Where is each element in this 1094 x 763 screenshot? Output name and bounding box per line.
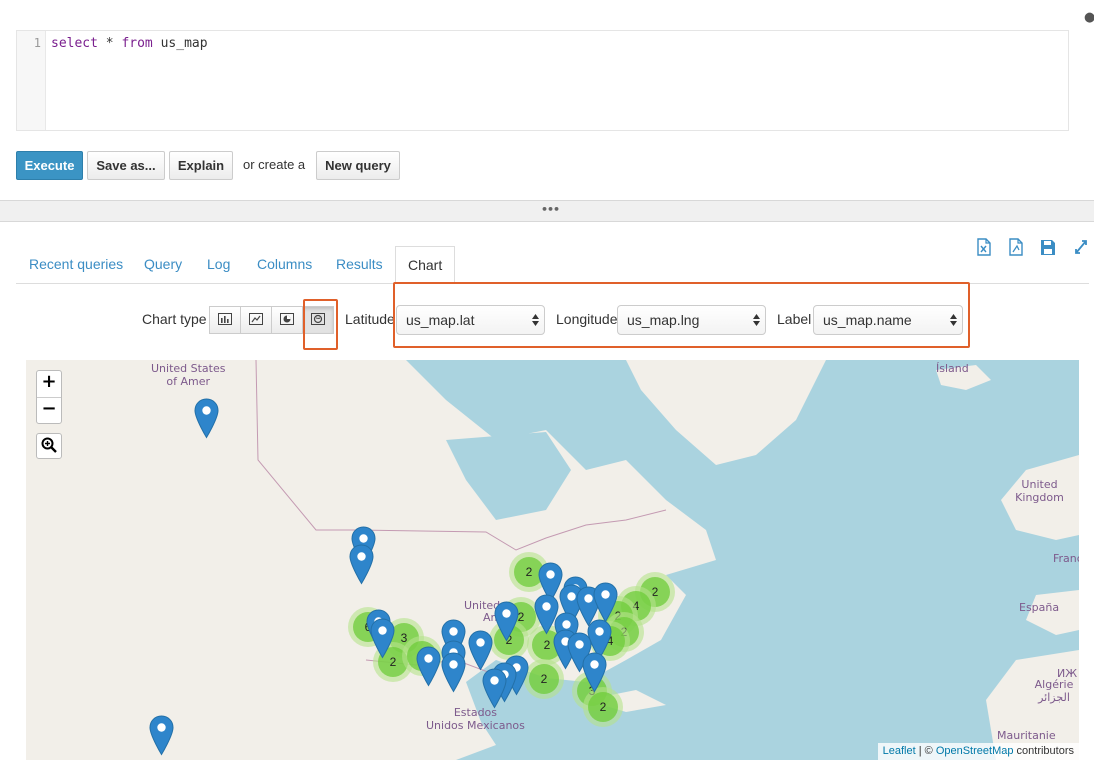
line-number: 1	[33, 36, 41, 50]
lines-icon	[249, 312, 263, 328]
bars-icon	[218, 312, 232, 328]
chart-type-bars-button[interactable]	[209, 306, 241, 334]
or-create-text: or create a	[243, 157, 306, 172]
map-marker-icon[interactable]	[468, 630, 493, 671]
place-label-espana: España	[1019, 601, 1060, 614]
place-label-us: United States of Amer	[151, 362, 226, 388]
zoom-in-button[interactable]: +	[37, 371, 61, 397]
tab-query[interactable]: Query	[144, 246, 182, 284]
zoom-control: + −	[36, 370, 62, 424]
map-marker-icon[interactable]	[370, 618, 395, 659]
map-marker-icon[interactable]	[582, 652, 607, 693]
tab-chart[interactable]: Chart	[395, 246, 456, 284]
place-label-france: Franc	[1053, 552, 1079, 565]
magnifier-icon	[41, 437, 57, 456]
place-label-mauritanie: Mauritanie	[997, 729, 1056, 742]
save-as-button[interactable]: Save as...	[87, 151, 165, 180]
chart-type-lines-button[interactable]	[240, 306, 272, 334]
sql-code[interactable]: select * from us_map	[51, 36, 208, 51]
tab-results[interactable]: Results	[336, 246, 383, 284]
sql-editor[interactable]: 1 select * from us_map	[16, 30, 1069, 131]
splitter-grip[interactable]: •••	[541, 203, 560, 216]
latitude-label: Latitude	[345, 311, 395, 327]
new-query-button[interactable]: New query	[316, 151, 400, 180]
map-view[interactable]: United States of Amer Ísland United Kingd…	[26, 360, 1079, 760]
code-token: select	[51, 36, 98, 51]
tab-recent-queries[interactable]: Recent queries	[29, 246, 123, 284]
map-marker-icon[interactable]	[349, 544, 374, 585]
place-label-ij: ИЖ	[1057, 667, 1078, 680]
map-marker-icon[interactable]	[441, 652, 466, 693]
leaflet-link[interactable]: Leaflet	[883, 745, 916, 757]
zoom-out-button[interactable]: −	[37, 397, 61, 423]
map-marker-icon[interactable]	[482, 668, 507, 709]
chart-type-pie-button[interactable]	[271, 306, 303, 334]
pane-splitter[interactable]: •••	[0, 200, 1094, 222]
zoom-box-button[interactable]	[36, 433, 62, 459]
chart-type-highlight	[303, 299, 338, 350]
place-label-uk: United Kingdom	[1015, 478, 1064, 504]
result-tabs: Recent queries Query Log Columns Results…	[16, 246, 1089, 284]
place-label-algerie: Algérie الجزائر	[1034, 678, 1074, 704]
map-attribution: Leaflet | © OpenStreetMap contributors	[877, 743, 1079, 760]
help-icon[interactable]: ●	[1084, 10, 1094, 24]
pie-icon	[280, 312, 294, 328]
tab-columns[interactable]: Columns	[257, 246, 312, 284]
execute-button[interactable]: Execute	[16, 151, 83, 180]
osm-link[interactable]: OpenStreetMap	[936, 745, 1014, 757]
map-marker-icon[interactable]	[194, 398, 219, 439]
code-token: from	[121, 36, 153, 51]
explain-button[interactable]: Explain	[169, 151, 233, 180]
cluster-count: 2	[588, 692, 618, 722]
chart-type-label: Chart type	[142, 311, 207, 327]
map-basemap	[26, 360, 1079, 760]
code-token: *	[97, 36, 122, 51]
map-marker-icon[interactable]	[149, 715, 174, 756]
fields-highlight	[393, 282, 970, 348]
tab-log[interactable]: Log	[207, 246, 230, 284]
place-label-island: Ísland	[936, 362, 969, 375]
map-marker-icon[interactable]	[416, 646, 441, 687]
place-label-mexico: Estados Unidos Mexicanos	[426, 706, 525, 732]
map-marker-icon[interactable]	[593, 582, 618, 623]
code-token: us_map	[152, 36, 208, 51]
editor-gutter: 1	[17, 31, 46, 130]
map-marker-icon[interactable]	[494, 601, 519, 642]
